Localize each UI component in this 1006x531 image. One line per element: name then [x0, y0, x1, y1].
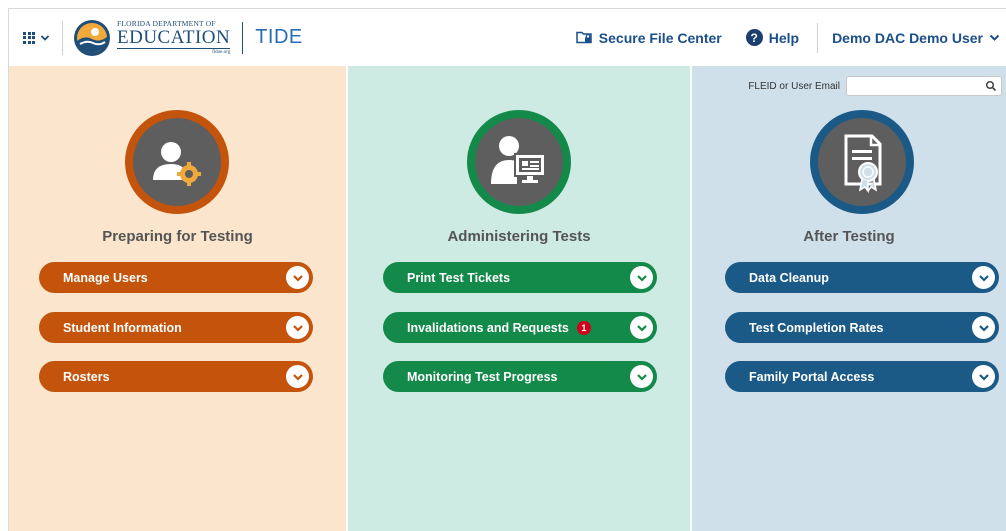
florida-seal-icon	[74, 19, 110, 56]
print-test-tickets-label: Print Test Tickets	[407, 270, 511, 285]
app-launcher-button[interactable]	[23, 31, 50, 44]
chevron-down-icon	[286, 266, 309, 289]
help-label: Help	[768, 29, 800, 46]
logo-line3: fldoe.org	[212, 50, 231, 56]
manage-users-label: Manage Users	[63, 270, 148, 285]
chevron-down-icon	[630, 316, 653, 339]
preparing-for-testing-panel: Preparing for Testing Manage Users Stude…	[8, 66, 346, 531]
help-icon: ?	[745, 29, 763, 46]
top-header: FLORIDA DEPARTMENT OF EDUCATION fldoe.or…	[8, 8, 1006, 66]
user-monitor-icon	[491, 136, 546, 184]
help-link[interactable]: ? Help	[745, 29, 800, 46]
chevron-down-icon	[286, 316, 309, 339]
logo-line1: FLORIDA DEPARTMENT OF	[117, 18, 216, 28]
print-test-tickets-button[interactable]: Print Test Tickets	[383, 262, 657, 293]
after-title: After Testing	[803, 228, 895, 245]
rosters-button[interactable]: Rosters	[39, 361, 313, 392]
student-information-button[interactable]: Student Information	[39, 312, 313, 343]
chevron-down-icon	[40, 34, 50, 41]
user-menu[interactable]: Demo DAC Demo User	[832, 30, 1000, 46]
chevron-down-icon	[972, 266, 995, 289]
administering-title: Administering Tests	[447, 228, 591, 245]
chevron-down-icon	[630, 365, 653, 388]
secure-file-center-link[interactable]: Secure File Center	[576, 30, 722, 46]
invalidations-and-requests-label: Invalidations and Requests	[407, 320, 569, 335]
notification-badge: 1	[576, 320, 591, 335]
fldoe-logo[interactable]: FLORIDA DEPARTMENT OF EDUCATION fldoe.or…	[73, 18, 231, 57]
family-portal-access-label: Family Portal Access	[749, 369, 875, 384]
folder-lock-icon	[576, 31, 592, 44]
certificate-icon	[844, 134, 882, 194]
search-input[interactable]	[847, 78, 977, 97]
header-divider-right	[817, 22, 819, 53]
manage-users-button[interactable]: Manage Users	[39, 262, 313, 293]
after-testing-panel: FLEID or User Email After Testing Data C…	[690, 66, 1006, 531]
student-information-label: Student Information	[63, 320, 182, 335]
family-portal-access-button[interactable]: Family Portal Access	[725, 361, 999, 392]
chevron-down-icon	[972, 316, 995, 339]
user-gear-icon	[153, 142, 201, 186]
search-label: FLEID or User Email	[748, 80, 840, 92]
chevron-down-icon	[286, 365, 309, 388]
secure-file-center-label: Secure File Center	[598, 29, 722, 46]
search-box	[846, 76, 1002, 97]
administering-tests-panel: Administering Tests Print Test Tickets I…	[346, 66, 690, 531]
rosters-label: Rosters	[63, 369, 110, 384]
preparing-icon-circle	[125, 110, 229, 214]
app-grid-icon	[23, 31, 35, 44]
monitoring-test-progress-button[interactable]: Monitoring Test Progress	[383, 361, 657, 392]
monitoring-test-progress-label: Monitoring Test Progress	[407, 369, 558, 384]
search-icon[interactable]	[985, 80, 997, 92]
header-divider	[62, 20, 63, 55]
data-cleanup-label: Data Cleanup	[749, 270, 829, 285]
chevron-down-icon	[972, 365, 995, 388]
chevron-down-icon	[630, 266, 653, 289]
invalidations-and-requests-button[interactable]: Invalidations and Requests 1	[383, 312, 657, 343]
after-icon-circle	[810, 110, 914, 214]
logo-line2: EDUCATION	[117, 27, 231, 50]
chevron-down-icon	[989, 34, 1000, 41]
preparing-title: Preparing for Testing	[102, 228, 253, 245]
user-search: FLEID or User Email	[748, 76, 1002, 97]
logo-separator	[242, 21, 244, 54]
data-cleanup-button[interactable]: Data Cleanup	[725, 262, 999, 293]
user-name: Demo DAC Demo User	[832, 29, 983, 46]
test-completion-rates-button[interactable]: Test Completion Rates	[725, 312, 999, 343]
test-completion-rates-label: Test Completion Rates	[749, 320, 884, 335]
administering-icon-circle	[467, 110, 571, 214]
app-name: TIDE	[255, 26, 303, 48]
